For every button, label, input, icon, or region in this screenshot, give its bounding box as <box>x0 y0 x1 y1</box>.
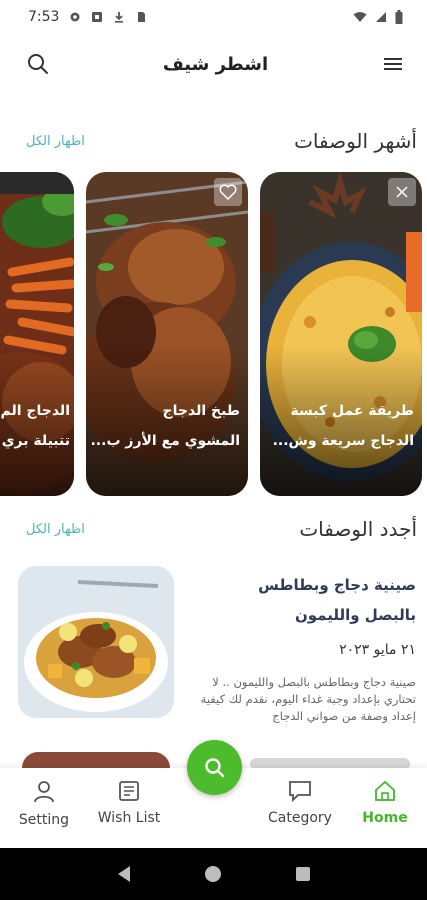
system-navigation-bar <box>0 848 427 900</box>
popular-title: أشهر الوصفات <box>294 129 417 153</box>
nav-item-label: Category <box>268 810 332 826</box>
nav-item-wish-list[interactable]: Wish List <box>89 780 169 826</box>
recipe-thumbnail <box>18 566 174 718</box>
recipe-card-title-line2: تتبيلة بري <box>1 433 70 449</box>
home-icon <box>375 780 395 801</box>
search-button[interactable] <box>24 50 52 78</box>
recipe-card[interactable]: طريقة عمل كبسة الدجاج سريعة وش... <box>260 172 422 496</box>
nav-item-category[interactable]: Category <box>260 780 340 826</box>
latest-header: اظهار الكل أجدد الوصفات <box>0 512 427 546</box>
nav-item-label: Wish List <box>97 810 161 826</box>
recipe-card-title: طريقة عمل كبسة الدجاج سريعة وش... <box>266 396 414 456</box>
battery-icon <box>395 10 403 24</box>
search-fab[interactable] <box>187 740 242 795</box>
status-time: 7:53 <box>28 9 60 25</box>
latest-show-all-link[interactable]: اظهار الكل <box>26 522 85 537</box>
recipe-title[interactable]: صينية دجاج وبطاطس بالبصل والليمون <box>210 570 416 630</box>
latest-title: أجدد الوصفات <box>299 517 417 541</box>
recipe-card-title-line1: طريقة عمل كبسة <box>290 403 414 419</box>
latest-recipe-item[interactable]: صينية دجاج وبطاطس بالبصل والليمون ٢١ ماي… <box>18 566 418 726</box>
nav-item-home[interactable]: Home <box>345 780 425 826</box>
recipe-card-title: الدجاج الم تتبيلة بري <box>0 396 71 456</box>
recipe-card-title: طبخ الدجاج المشوي مع الأرز ب... <box>92 396 240 456</box>
favorite-button[interactable] <box>214 178 242 206</box>
recipe-date: ٢١ مايو ٢٠٢٣ <box>339 642 416 658</box>
recipe-card-title-line2: المشوي مع الأرز ب... <box>92 433 240 449</box>
chat-icon <box>289 781 311 802</box>
status-bar: 7:53 <box>0 0 427 34</box>
recipe-card-title-line1: الدجاج الم <box>0 403 71 419</box>
recipe-card[interactable]: الدجاج الم تتبيلة بري <box>0 172 74 496</box>
heart-icon <box>219 184 237 200</box>
newspaper-icon <box>119 781 139 801</box>
app-bar: اشطر شيف <box>0 38 427 90</box>
person-icon <box>34 781 54 803</box>
search-icon <box>204 757 224 777</box>
recipe-card-title-line2: الدجاج سريعة وش... <box>272 433 414 449</box>
nav-item-label: Home <box>362 810 408 826</box>
app-title: اشطر شيف <box>162 53 269 75</box>
popular-header: اظهار الكل أشهر الوصفات <box>0 124 427 158</box>
gear-icon <box>70 12 80 22</box>
nav-item-label: Setting <box>18 812 70 828</box>
status-right <box>353 10 403 24</box>
recipe-description: صينية دجاج وبطاطس بالبصل والليمون .. لا … <box>200 675 416 723</box>
back-icon[interactable] <box>116 865 132 883</box>
nav-item-setting[interactable]: Setting <box>4 780 84 828</box>
popular-show-all-link[interactable]: اظهار الكل <box>26 134 85 149</box>
download-icon <box>115 12 124 23</box>
signal-icon <box>376 12 386 22</box>
sim-icon <box>138 12 146 22</box>
home-circle-icon[interactable] <box>204 865 222 883</box>
popular-carousel[interactable]: طريقة عمل كبسة الدجاج سريعة وش... طبخ ال… <box>0 172 427 498</box>
menu-button[interactable] <box>379 50 407 78</box>
recipe-card-title-line1: طبخ الدجاج <box>162 403 240 419</box>
recipe-thumbnail-image <box>18 566 174 718</box>
status-left: 7:53 <box>28 9 147 25</box>
search-icon <box>28 54 48 74</box>
menu-icon <box>383 58 402 70</box>
recents-icon[interactable] <box>295 866 311 882</box>
bookmark-icon <box>396 186 408 198</box>
favorite-button[interactable] <box>388 178 416 206</box>
wifi-icon <box>353 12 367 22</box>
shield-icon <box>92 12 103 22</box>
recipe-card[interactable]: طبخ الدجاج المشوي مع الأرز ب... <box>86 172 248 496</box>
